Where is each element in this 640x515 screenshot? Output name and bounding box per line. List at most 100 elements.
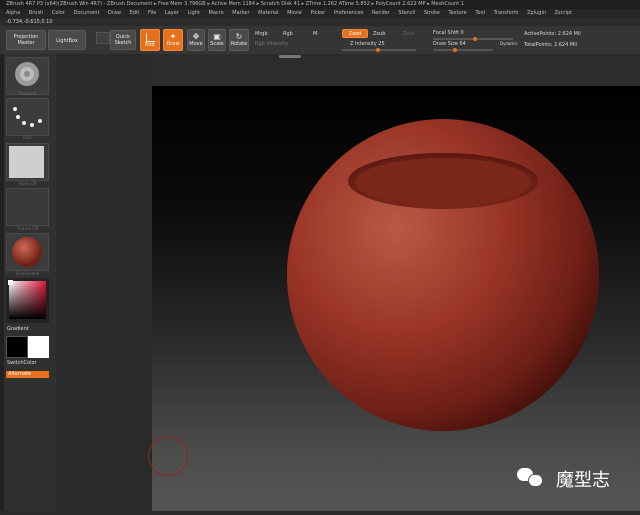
dynamic-toggle[interactable]: Dynamic	[500, 41, 518, 46]
material-sphere-icon	[12, 237, 42, 267]
draw-icon: ✦	[169, 32, 177, 41]
color-picker[interactable]	[6, 278, 49, 323]
active-points-readout: ActivePoints: 2.624 Mil	[524, 31, 581, 37]
menu-item-stencil[interactable]: Stencil	[398, 10, 415, 16]
brush-label: Standard	[18, 91, 37, 96]
menu-item-material[interactable]: Material	[258, 10, 278, 16]
quick-sketch-button[interactable]: Quick Sketch	[110, 30, 136, 50]
draw-size-track[interactable]	[433, 48, 493, 52]
secondary-color-swatch[interactable]	[28, 336, 49, 358]
mrgb-toggle[interactable]: Mrgb	[255, 31, 268, 37]
menu-item-color[interactable]: Color	[52, 10, 65, 16]
projection-master-button[interactable]: Projection Master	[6, 30, 46, 50]
title-bar: ZBrush 4R7 P3 (x64)(ZBrush Win 4R7) - ZB…	[0, 0, 640, 9]
total-points-readout: TotalPoints: 2.624 Mil	[524, 42, 577, 48]
material-label: SkinShade4	[15, 271, 40, 276]
gradient-label: Gradient	[7, 326, 29, 332]
edit-label: Edit	[145, 42, 155, 48]
zsub-toggle[interactable]: Zsub	[373, 31, 385, 37]
menu-item-marker[interactable]: Marker	[232, 10, 249, 16]
focal-shift-track[interactable]	[433, 37, 513, 41]
menu-item-texture[interactable]: Texture	[448, 10, 466, 16]
menu-item-edit[interactable]: Edit	[130, 10, 140, 16]
menu-item-light[interactable]: Light	[187, 10, 199, 16]
rgb-intensity-slider[interactable]: Rgb Intensity	[255, 41, 288, 47]
menu-item-picker[interactable]: Picker	[310, 10, 325, 16]
draw-size-thumb[interactable]	[453, 48, 457, 52]
dots-stroke-icon	[13, 107, 42, 127]
bowl-sphere-model	[287, 86, 599, 431]
stroke-label: Dots	[22, 135, 33, 140]
switchcolor-button[interactable]: SwitchColor	[7, 360, 37, 366]
canvas-margin	[56, 54, 152, 511]
draw-button[interactable]: ✦ Draw	[163, 29, 183, 51]
z-intensity-thumb[interactable]	[376, 48, 380, 52]
menu-item-zscript[interactable]: Zscript	[555, 10, 572, 16]
alpha-off-swatch	[9, 146, 44, 178]
quick-sketch-label: Quick Sketch	[114, 34, 132, 46]
focal-shift-thumb[interactable]	[473, 37, 477, 41]
menu-item-brush[interactable]: Brush	[29, 10, 43, 16]
menu-item-alpha[interactable]: Alpha	[6, 10, 20, 16]
material-thumbnail[interactable]	[6, 233, 49, 271]
scale-icon: ▣	[213, 32, 221, 41]
projection-master-label: Projection Master	[13, 34, 39, 46]
document-canvas[interactable]	[148, 86, 640, 511]
zadd-toggle[interactable]: Zadd	[342, 29, 368, 38]
menu-bar: Alpha Brush Color Document Draw Edit Fil…	[0, 9, 640, 18]
rotate-button[interactable]: ↻ Rotate	[229, 29, 249, 51]
focal-shift-slider[interactable]: Focal Shift 0	[433, 30, 464, 36]
alternate-button[interactable]: Alternate	[6, 371, 49, 378]
top-shelf: Projection Master LightBox Quick Sketch …	[0, 26, 640, 54]
shelf-scroll-handle[interactable]	[279, 55, 301, 58]
menu-item-document[interactable]: Document	[74, 10, 100, 16]
m-toggle[interactable]: M	[313, 31, 317, 37]
lightbox-button[interactable]: LightBox	[48, 30, 86, 50]
scale-label: Scale	[210, 41, 224, 47]
z-intensity-track[interactable]	[342, 48, 416, 52]
left-tray: Standard Dots Alpha Off Texture Off Skin…	[0, 54, 56, 511]
move-label: Move	[189, 41, 203, 47]
menu-item-render[interactable]: Render	[372, 10, 390, 16]
rotate-label: Rotate	[230, 41, 248, 47]
stroke-thumbnail[interactable]	[6, 98, 49, 136]
z-intensity-slider[interactable]: Z Intensity 25	[350, 41, 385, 47]
zcut-toggle[interactable]: Zcut	[403, 31, 414, 37]
alpha-thumbnail[interactable]	[6, 143, 49, 181]
brush-thumbnail[interactable]	[6, 57, 49, 95]
move-button[interactable]: ✥ Move	[187, 29, 205, 51]
cursor-coordinates: -0.734,-0.615,0.10	[6, 19, 53, 25]
alpha-label: Alpha Off	[18, 181, 37, 186]
scale-button[interactable]: ▣ Scale	[208, 29, 226, 51]
main-color-swatch[interactable]	[6, 336, 28, 358]
lightbox-label: LightBox	[56, 38, 78, 44]
draw-size-slider[interactable]: Draw Size 64	[433, 41, 466, 47]
wechat-icon-bubble	[528, 474, 543, 487]
menu-item-movie[interactable]: Movie	[287, 10, 302, 16]
texture-label: Texture Off	[16, 226, 39, 231]
menu-item-file[interactable]: File	[148, 10, 156, 16]
texture-thumbnail[interactable]	[6, 188, 49, 226]
menu-item-draw[interactable]: Draw	[108, 10, 121, 16]
color-picker-marker[interactable]	[8, 280, 13, 285]
edit-button[interactable]: Edit	[140, 29, 160, 51]
menu-item-layer[interactable]: Layer	[165, 10, 179, 16]
brush-cursor-circle	[148, 436, 188, 476]
draw-label: Draw	[166, 41, 180, 47]
standard-brush-icon	[15, 62, 39, 86]
rotate-icon: ↻	[235, 32, 243, 41]
menu-item-transform[interactable]: Transform	[494, 10, 519, 16]
quick-sketch-icon[interactable]	[96, 32, 110, 44]
watermark-text: 魔型志	[556, 470, 610, 491]
alternate-label: Alternate	[8, 371, 32, 377]
left-edge-bar	[0, 54, 4, 511]
menu-item-macro[interactable]: Macro	[209, 10, 224, 16]
move-icon: ✥	[192, 32, 200, 41]
menu-item-preferences[interactable]: Preferences	[334, 10, 363, 16]
menu-item-zplugin[interactable]: Zplugin	[527, 10, 546, 16]
menu-item-tool[interactable]: Tool	[475, 10, 485, 16]
rgb-toggle[interactable]: Rgb	[283, 31, 293, 37]
zadd-label: Zadd	[348, 31, 362, 37]
color-picker-square[interactable]	[9, 281, 46, 319]
menu-item-stroke[interactable]: Stroke	[424, 10, 440, 16]
